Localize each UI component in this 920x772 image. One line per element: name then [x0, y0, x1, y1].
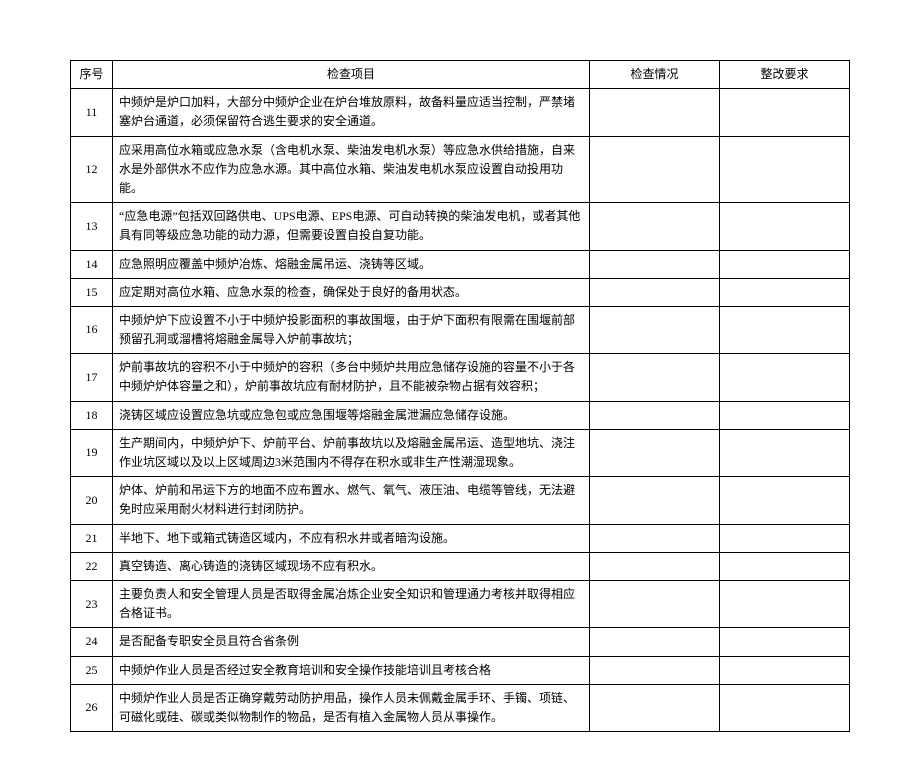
cell-item: 中频炉炉下应设置不小于中频炉投影面积的事故围堰，由于炉下面积有限需在围堰前部预留… [113, 306, 590, 353]
cell-status [590, 552, 720, 580]
header-status: 检查情况 [590, 61, 720, 89]
cell-seq: 21 [71, 524, 113, 552]
cell-item: 应定期对高位水箱、应急水泵的检查，确保处于良好的备用状态。 [113, 278, 590, 306]
cell-item: 半地下、地下或箱式铸造区域内，不应有积水井或者暗沟设施。 [113, 524, 590, 552]
cell-seq: 11 [71, 89, 113, 136]
cell-status [590, 429, 720, 476]
cell-seq: 16 [71, 306, 113, 353]
cell-seq: 25 [71, 656, 113, 684]
header-req: 整改要求 [720, 61, 850, 89]
cell-item: 炉体、炉前和吊运下方的地面不应布置水、燃气、氧气、液压油、电缆等管线，无法避免时… [113, 477, 590, 524]
table-row: 19生产期间内，中频炉炉下、炉前平台、炉前事故坑以及熔融金属吊运、造型地坑、浇注… [71, 429, 850, 476]
cell-seq: 17 [71, 354, 113, 401]
table-row: 24是否配备专职安全员且符合省条例 [71, 628, 850, 656]
table-row: 11中频炉是炉口加料，大部分中频炉企业在炉台堆放原料，故备料量应适当控制，严禁堵… [71, 89, 850, 136]
header-seq: 序号 [71, 61, 113, 89]
cell-req [720, 580, 850, 627]
cell-req [720, 429, 850, 476]
table-row: 22真空铸造、离心铸造的浇铸区域现场不应有积水。 [71, 552, 850, 580]
cell-req [720, 89, 850, 136]
cell-seq: 22 [71, 552, 113, 580]
cell-req [720, 278, 850, 306]
cell-status [590, 684, 720, 731]
cell-req [720, 684, 850, 731]
cell-seq: 26 [71, 684, 113, 731]
table-row: 14应急照明应覆盖中频炉冶炼、熔融金属吊运、浇铸等区域。 [71, 250, 850, 278]
cell-seq: 13 [71, 203, 113, 250]
cell-req [720, 628, 850, 656]
cell-status [590, 524, 720, 552]
cell-req [720, 136, 850, 203]
cell-status [590, 580, 720, 627]
table-row: 12应采用高位水箱或应急水泵（含电机水泵、柴油发电机水泵）等应急水供给措施，自来… [71, 136, 850, 203]
cell-item: 生产期间内，中频炉炉下、炉前平台、炉前事故坑以及熔融金属吊运、造型地坑、浇注作业… [113, 429, 590, 476]
cell-req [720, 477, 850, 524]
cell-seq: 20 [71, 477, 113, 524]
cell-status [590, 656, 720, 684]
cell-status [590, 250, 720, 278]
cell-status [590, 628, 720, 656]
cell-status [590, 278, 720, 306]
cell-req [720, 401, 850, 429]
table-row: 16中频炉炉下应设置不小于中频炉投影面积的事故围堰，由于炉下面积有限需在围堰前部… [71, 306, 850, 353]
cell-status [590, 89, 720, 136]
table-row: 23主要负责人和安全管理人员是否取得金属冶炼企业安全知识和管理通力考核并取得相应… [71, 580, 850, 627]
table-header-row: 序号 检查项目 检查情况 整改要求 [71, 61, 850, 89]
cell-item: 炉前事故坑的容积不小于中频炉的容积（多台中频炉共用应急储存设施的容量不小于各中频… [113, 354, 590, 401]
table-row: 20炉体、炉前和吊运下方的地面不应布置水、燃气、氧气、液压油、电缆等管线，无法避… [71, 477, 850, 524]
cell-req [720, 656, 850, 684]
table-row: 21半地下、地下或箱式铸造区域内，不应有积水井或者暗沟设施。 [71, 524, 850, 552]
cell-item: 真空铸造、离心铸造的浇铸区域现场不应有积水。 [113, 552, 590, 580]
cell-seq: 12 [71, 136, 113, 203]
table-row: 17炉前事故坑的容积不小于中频炉的容积（多台中频炉共用应急储存设施的容量不小于各… [71, 354, 850, 401]
cell-item: 是否配备专职安全员且符合省条例 [113, 628, 590, 656]
header-item: 检查项目 [113, 61, 590, 89]
cell-req [720, 552, 850, 580]
table-row: 13“应急电源”包括双回路供电、UPS电源、EPS电源、可自动转换的柴油发电机，… [71, 203, 850, 250]
cell-item: 中频炉作业人员是否正确穿戴劳动防护用品，操作人员未佩戴金属手环、手镯、项链、可磁… [113, 684, 590, 731]
cell-item: 浇铸区域应设置应急坑或应急包或应急围堰等熔融金属泄漏应急储存设施。 [113, 401, 590, 429]
cell-seq: 15 [71, 278, 113, 306]
table-row: 15应定期对高位水箱、应急水泵的检查，确保处于良好的备用状态。 [71, 278, 850, 306]
cell-status [590, 306, 720, 353]
cell-seq: 24 [71, 628, 113, 656]
cell-status [590, 136, 720, 203]
cell-item: 应急照明应覆盖中频炉冶炼、熔融金属吊运、浇铸等区域。 [113, 250, 590, 278]
cell-item: 应采用高位水箱或应急水泵（含电机水泵、柴油发电机水泵）等应急水供给措施，自来水是… [113, 136, 590, 203]
cell-seq: 19 [71, 429, 113, 476]
cell-req [720, 524, 850, 552]
cell-req [720, 203, 850, 250]
table-row: 26中频炉作业人员是否正确穿戴劳动防护用品，操作人员未佩戴金属手环、手镯、项链、… [71, 684, 850, 731]
cell-status [590, 477, 720, 524]
cell-item: “应急电源”包括双回路供电、UPS电源、EPS电源、可自动转换的柴油发电机，或者… [113, 203, 590, 250]
cell-seq: 14 [71, 250, 113, 278]
cell-status [590, 354, 720, 401]
cell-status [590, 401, 720, 429]
table-row: 25中频炉作业人员是否经过安全教育培训和安全操作技能培训且考核合格 [71, 656, 850, 684]
cell-item: 主要负责人和安全管理人员是否取得金属冶炼企业安全知识和管理通力考核并取得相应合格… [113, 580, 590, 627]
inspection-table: 序号 检查项目 检查情况 整改要求 11中频炉是炉口加料，大部分中频炉企业在炉台… [70, 60, 850, 732]
cell-req [720, 306, 850, 353]
table-body: 11中频炉是炉口加料，大部分中频炉企业在炉台堆放原料，故备料量应适当控制，严禁堵… [71, 89, 850, 732]
cell-item: 中频炉作业人员是否经过安全教育培训和安全操作技能培训且考核合格 [113, 656, 590, 684]
cell-req [720, 250, 850, 278]
table-row: 18浇铸区域应设置应急坑或应急包或应急围堰等熔融金属泄漏应急储存设施。 [71, 401, 850, 429]
cell-item: 中频炉是炉口加料，大部分中频炉企业在炉台堆放原料，故备料量应适当控制，严禁堵塞炉… [113, 89, 590, 136]
cell-seq: 18 [71, 401, 113, 429]
cell-seq: 23 [71, 580, 113, 627]
cell-status [590, 203, 720, 250]
cell-req [720, 354, 850, 401]
